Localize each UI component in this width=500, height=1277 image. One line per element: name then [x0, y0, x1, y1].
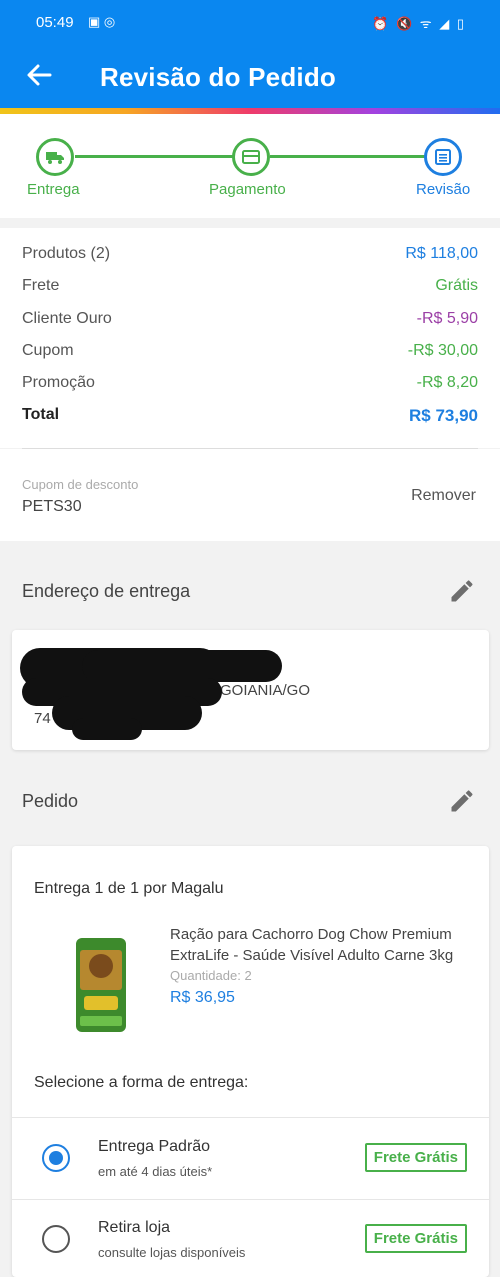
- app-bar: 05:49 ▣ ◎ ⏰ 🔇 ᯤ ◢ ▯ Revisão do Pedido: [0, 0, 500, 114]
- checkout-steps: Entrega Pagamento Revisão: [0, 114, 500, 218]
- coupon-label: Cupom de desconto: [22, 477, 139, 492]
- summary-value: -R$ 5,90: [416, 310, 478, 327]
- free-shipping-badge: Frete Grátis: [364, 1143, 467, 1172]
- summary-row: Produtos (2) R$ 118,00: [22, 245, 478, 269]
- product-image: [76, 938, 126, 1032]
- divider: [12, 1199, 489, 1200]
- option-subtitle: em até 4 dias úteis*: [98, 1164, 213, 1179]
- summary-value: Grátis: [435, 277, 478, 294]
- total-label: Total: [22, 406, 60, 423]
- summary-row: Cupom -R$ 30,00: [22, 342, 478, 366]
- total-value: R$ 73,90: [409, 406, 478, 425]
- card-icon: [242, 150, 260, 164]
- summary-label: Frete: [22, 277, 60, 294]
- address-card: GOIANIA/GO 74: [12, 630, 489, 750]
- coupon-section: Cupom de desconto PETS30 Remover: [0, 449, 500, 541]
- delivery-method-label: Selecione a forma de entrega:: [34, 1074, 249, 1091]
- step-revisao[interactable]: [424, 138, 462, 176]
- option-name: Entrega Padrão: [98, 1138, 211, 1155]
- back-arrow-icon[interactable]: [24, 60, 54, 90]
- status-time: 05:49: [36, 14, 74, 31]
- step-pagamento[interactable]: [232, 138, 270, 176]
- system-icons: ⏰ 🔇 ᯤ ◢ ▯: [372, 16, 466, 31]
- step-label-revisao: Revisão: [416, 181, 471, 198]
- summary-label: Cliente Ouro: [22, 310, 112, 327]
- truck-icon: [46, 152, 64, 164]
- list-icon: [435, 149, 451, 165]
- redaction-mark: [72, 718, 142, 740]
- free-shipping-badge: Frete Grátis: [364, 1224, 467, 1253]
- product-price: R$ 36,95: [170, 989, 235, 1006]
- summary-label: Produtos (2): [22, 245, 111, 262]
- radio-entrega-padrao[interactable]: [42, 1144, 70, 1172]
- step-entrega[interactable]: [36, 138, 74, 176]
- option-name: Retira loja: [98, 1219, 171, 1236]
- summary-total-row: Total R$ 73,90: [22, 406, 478, 430]
- option-subtitle: consulte lojas disponíveis: [98, 1245, 246, 1260]
- page-title: Revisão do Pedido: [100, 62, 337, 92]
- address-zip: 74: [34, 710, 51, 727]
- order-heading: Pedido: [22, 791, 79, 811]
- product-name[interactable]: Ração para Cachorro Dog Chow Premium Ext…: [170, 924, 475, 966]
- notification-icons: ▣ ◎: [88, 14, 116, 29]
- coupon-code: PETS30: [22, 498, 82, 515]
- step-connector: [75, 155, 235, 158]
- status-bar: 05:49 ▣ ◎ ⏰ 🔇 ᯤ ◢ ▯: [0, 0, 500, 44]
- address-heading: Endereço de entrega: [22, 581, 191, 601]
- divider: [12, 1117, 489, 1118]
- summary-label: Cupom: [22, 342, 74, 359]
- step-connector: [270, 155, 425, 158]
- summary-value: R$ 118,00: [405, 245, 478, 262]
- summary-label: Promoção: [22, 374, 95, 391]
- summary-value: -R$ 8,20: [416, 374, 478, 391]
- product-quantity: Quantidade: 2: [170, 968, 252, 983]
- edit-order-pencil-icon[interactable]: [448, 787, 476, 815]
- summary-value: -R$ 30,00: [407, 342, 478, 359]
- order-card: Entrega 1 de 1 por Magalu Ração para Cac…: [12, 846, 489, 1277]
- remove-coupon-button[interactable]: Remover: [411, 487, 476, 505]
- address-city: GOIANIA/GO: [220, 682, 311, 699]
- radio-retira-loja[interactable]: [42, 1225, 70, 1253]
- step-label-entrega: Entrega: [27, 181, 80, 198]
- summary-row: Promoção -R$ 8,20: [22, 374, 478, 398]
- edit-address-pencil-icon[interactable]: [448, 577, 476, 605]
- delivery-title: Entrega 1 de 1 por Magalu: [34, 880, 224, 897]
- summary-row: Cliente Ouro -R$ 5,90: [22, 310, 478, 334]
- order-summary: Produtos (2) R$ 118,00 Frete Grátis Clie…: [0, 228, 500, 448]
- step-label-pagamento: Pagamento: [209, 181, 286, 198]
- summary-row: Frete Grátis: [22, 277, 478, 301]
